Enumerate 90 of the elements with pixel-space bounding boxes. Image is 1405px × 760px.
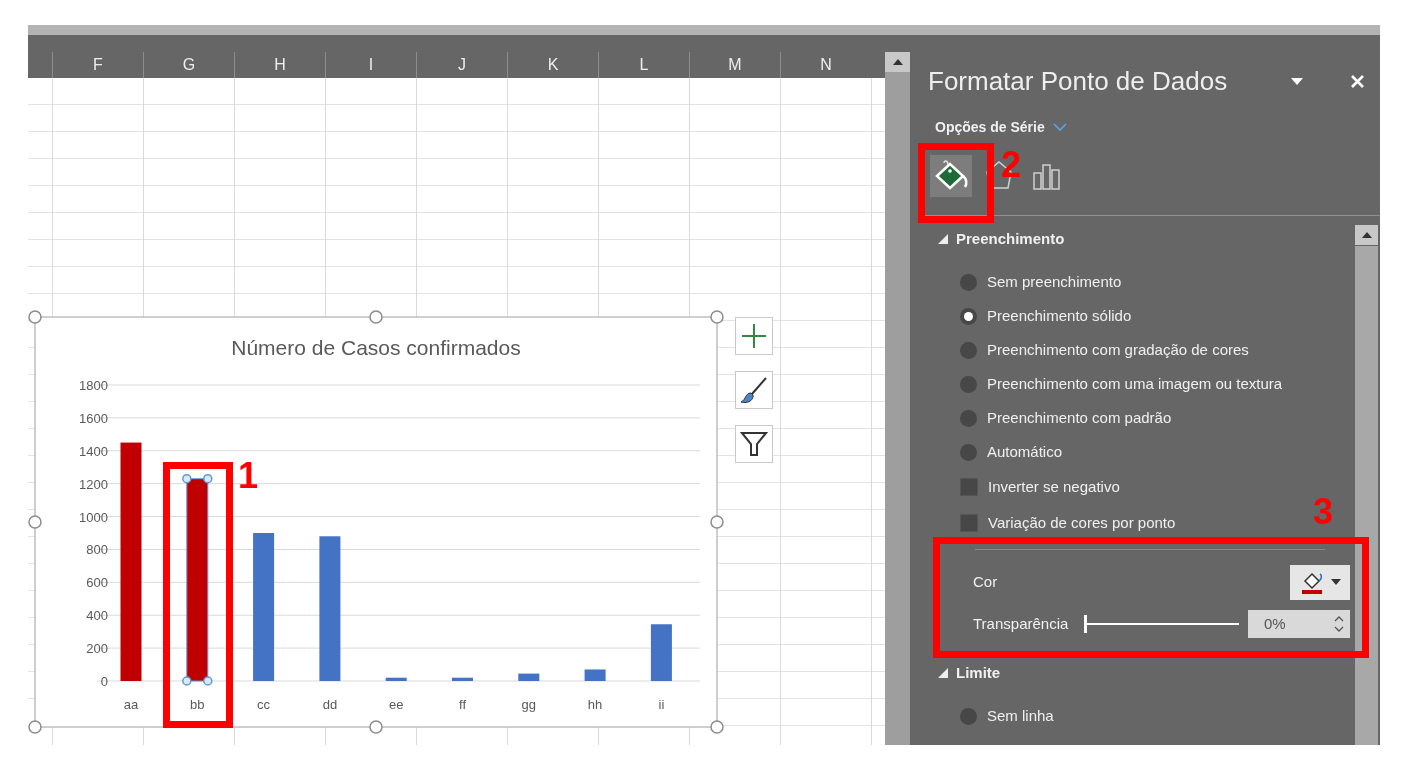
spin-arrows-icon [1334,614,1344,634]
radio-button[interactable] [960,341,977,359]
axis-tick-label: 400 [86,608,108,624]
category-label: gg [521,697,537,712]
pane-options-button[interactable] [1291,77,1303,85]
brush-icon [739,375,769,405]
caret-icon [1291,77,1303,85]
bar[interactable] [584,669,606,681]
axis-tick-label: 1400 [79,443,108,459]
series-options-dropdown[interactable]: Opções de Série [935,116,1045,138]
option-label: Automático [987,441,1063,462]
spin-field[interactable]: 0% [1248,610,1350,638]
bar[interactable] [253,533,275,681]
category-label: aa [123,697,139,712]
axis-tick-label: 1800 [79,378,108,393]
chart-styles-button[interactable] [735,371,773,409]
axis-tick-label: 600 [86,575,108,591]
category-label: hh [587,697,603,712]
category-label: dd [322,697,338,712]
chart-title: Número de Casos confirmados [231,336,521,359]
checkbox[interactable] [960,478,978,496]
callout-number: 3 [1313,494,1334,530]
category-label: cc [257,697,271,712]
selection-handle[interactable] [203,676,213,686]
radio-button[interactable] [960,409,977,427]
pane-title: Formatar Ponto de Dados [928,65,1229,98]
radio-button[interactable] [960,375,977,393]
resize-handle[interactable] [28,720,42,734]
chevron-icon [1052,123,1067,131]
resize-handle[interactable] [28,310,42,324]
field-label: Cor [973,571,999,592]
axis-tick-label: 0 [100,674,108,689]
option-label: Preenchimento com gradação de cores [987,339,1249,360]
section-header[interactable]: Limite [956,661,1001,685]
resize-handle[interactable] [28,515,42,529]
option-label: Variação de cores por ponto [988,512,1176,533]
selection-handle[interactable] [182,474,192,484]
bar[interactable] [319,536,341,681]
bar[interactable] [518,673,540,681]
chart-filters-button[interactable] [735,425,773,463]
resize-handle[interactable] [369,310,383,324]
bar-chart-icon [1032,161,1062,191]
filter-icon [740,430,768,458]
category-label: bb [190,697,205,712]
resize-handle[interactable] [710,720,724,734]
resize-handle[interactable] [369,720,383,734]
chart-elements-button[interactable] [735,317,773,355]
category-label: ee [388,697,404,712]
field-label: Transparência [973,613,1069,634]
scroll-up-icon [1361,232,1372,238]
checkbox[interactable] [960,514,978,532]
selection-handle[interactable] [203,474,213,484]
category-label: ff [459,697,466,712]
option-label: Preenchimento com uma imagem ou textura [987,373,1283,394]
callout-number: 1 [238,458,259,494]
callout-number: 2 [1001,147,1022,183]
category-label: ii [658,697,665,712]
axis-tick-label: 1000 [79,509,108,525]
option-label: Inverter se negativo [988,476,1120,497]
bar[interactable] [385,677,407,681]
option-label: Preenchimento sólido [987,305,1132,326]
plus-icon [740,322,768,350]
axis-tick-label: 1600 [79,410,108,426]
radio-button[interactable] [960,273,977,291]
radio-button[interactable] [960,707,977,725]
scrollbar[interactable] [885,52,910,745]
close-icon [1351,74,1364,88]
option-label: Preenchimento com padrão [987,407,1172,428]
close-button[interactable] [1351,74,1364,88]
caret-icon [1331,579,1341,585]
radio-button[interactable] [960,307,977,325]
section-header[interactable]: Preenchimento [956,227,1065,251]
resize-handle[interactable] [710,515,724,529]
resize-handle[interactable] [710,310,724,324]
axis-tick-label: 200 [86,641,108,657]
slider-thumb[interactable] [1084,615,1088,633]
format-tab[interactable] [930,155,972,197]
scroll-up-icon [892,59,903,65]
selection-handle[interactable] [182,676,192,686]
axis-tick-label: 1200 [79,476,108,492]
scrollbar[interactable] [1355,225,1378,745]
bar[interactable] [186,478,209,682]
bar[interactable] [120,442,142,681]
option-label: Sem preenchimento [987,271,1122,292]
option-label: Sem linha [987,705,1054,726]
bar[interactable] [650,624,672,681]
radio-button[interactable] [960,443,977,461]
axis-tick-label: 800 [86,542,108,558]
color-picker-button[interactable] [1290,564,1350,600]
bar[interactable] [452,677,473,681]
